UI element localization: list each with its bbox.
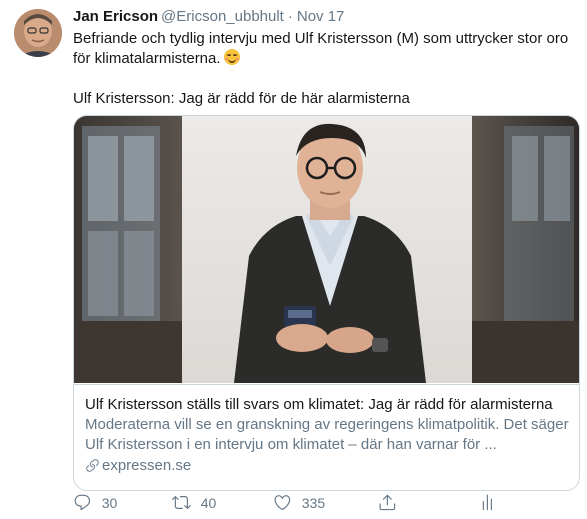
- tweet-text-line-2: Ulf Kristersson: Jag är rädd för de här …: [73, 90, 410, 107]
- analytics-icon: [482, 494, 492, 511]
- smiling-face-emoji: [223, 49, 240, 65]
- retweet-icon: [172, 496, 191, 510]
- tweet-text: Befriande och tydlig intervju med Ulf Kr…: [73, 29, 578, 109]
- reply-button[interactable]: 30: [73, 493, 117, 513]
- tweet-header: Jan Ericson @Ericson_ubbhult · Nov 17: [73, 7, 578, 27]
- link-icon: [86, 459, 99, 472]
- card-title[interactable]: Ulf Kristersson ställs till svars om kli…: [85, 395, 553, 415]
- card-description: Moderaterna vill se en granskning av reg…: [85, 416, 569, 453]
- like-count: 335: [301, 495, 326, 511]
- separator-dot: ·: [287, 8, 293, 25]
- share-icon: [379, 495, 396, 511]
- author-handle[interactable]: @Ericson_ubbhult: [161, 8, 284, 25]
- tweet-text-line-1: Befriande och tydlig intervju med Ulf Kr…: [73, 30, 569, 67]
- avatar[interactable]: [14, 9, 62, 57]
- card-domain-text: expressen.se: [102, 457, 192, 474]
- tweet[interactable]: Jan Ericson @Ericson_ubbhult · Nov 17 Befri…: [0, 0, 587, 519]
- card-domain[interactable]: expressen.se: [85, 456, 191, 476]
- card-image[interactable]: [74, 116, 579, 383]
- heart-icon: [274, 495, 291, 511]
- share-button[interactable]: [378, 493, 407, 513]
- reply-icon: [74, 494, 91, 511]
- retweet-count: 40: [200, 495, 217, 511]
- analytics-button[interactable]: [478, 493, 507, 513]
- tweet-actions: 30 40 335: [73, 493, 578, 513]
- tweet-date[interactable]: Nov 17: [297, 8, 345, 25]
- retweet-button[interactable]: 40: [172, 493, 216, 513]
- tweet-content: Jan Ericson @Ericson_ubbhult · Nov 17 Befri…: [73, 7, 580, 511]
- link-card[interactable]: Ulf Kristersson ställs till svars om kli…: [73, 115, 580, 491]
- reply-count: 30: [101, 495, 118, 511]
- like-button[interactable]: 335: [273, 493, 325, 513]
- author-name[interactable]: Jan Ericson: [73, 8, 158, 25]
- card-body[interactable]: Ulf Kristersson ställs till svars om kli…: [74, 384, 579, 490]
